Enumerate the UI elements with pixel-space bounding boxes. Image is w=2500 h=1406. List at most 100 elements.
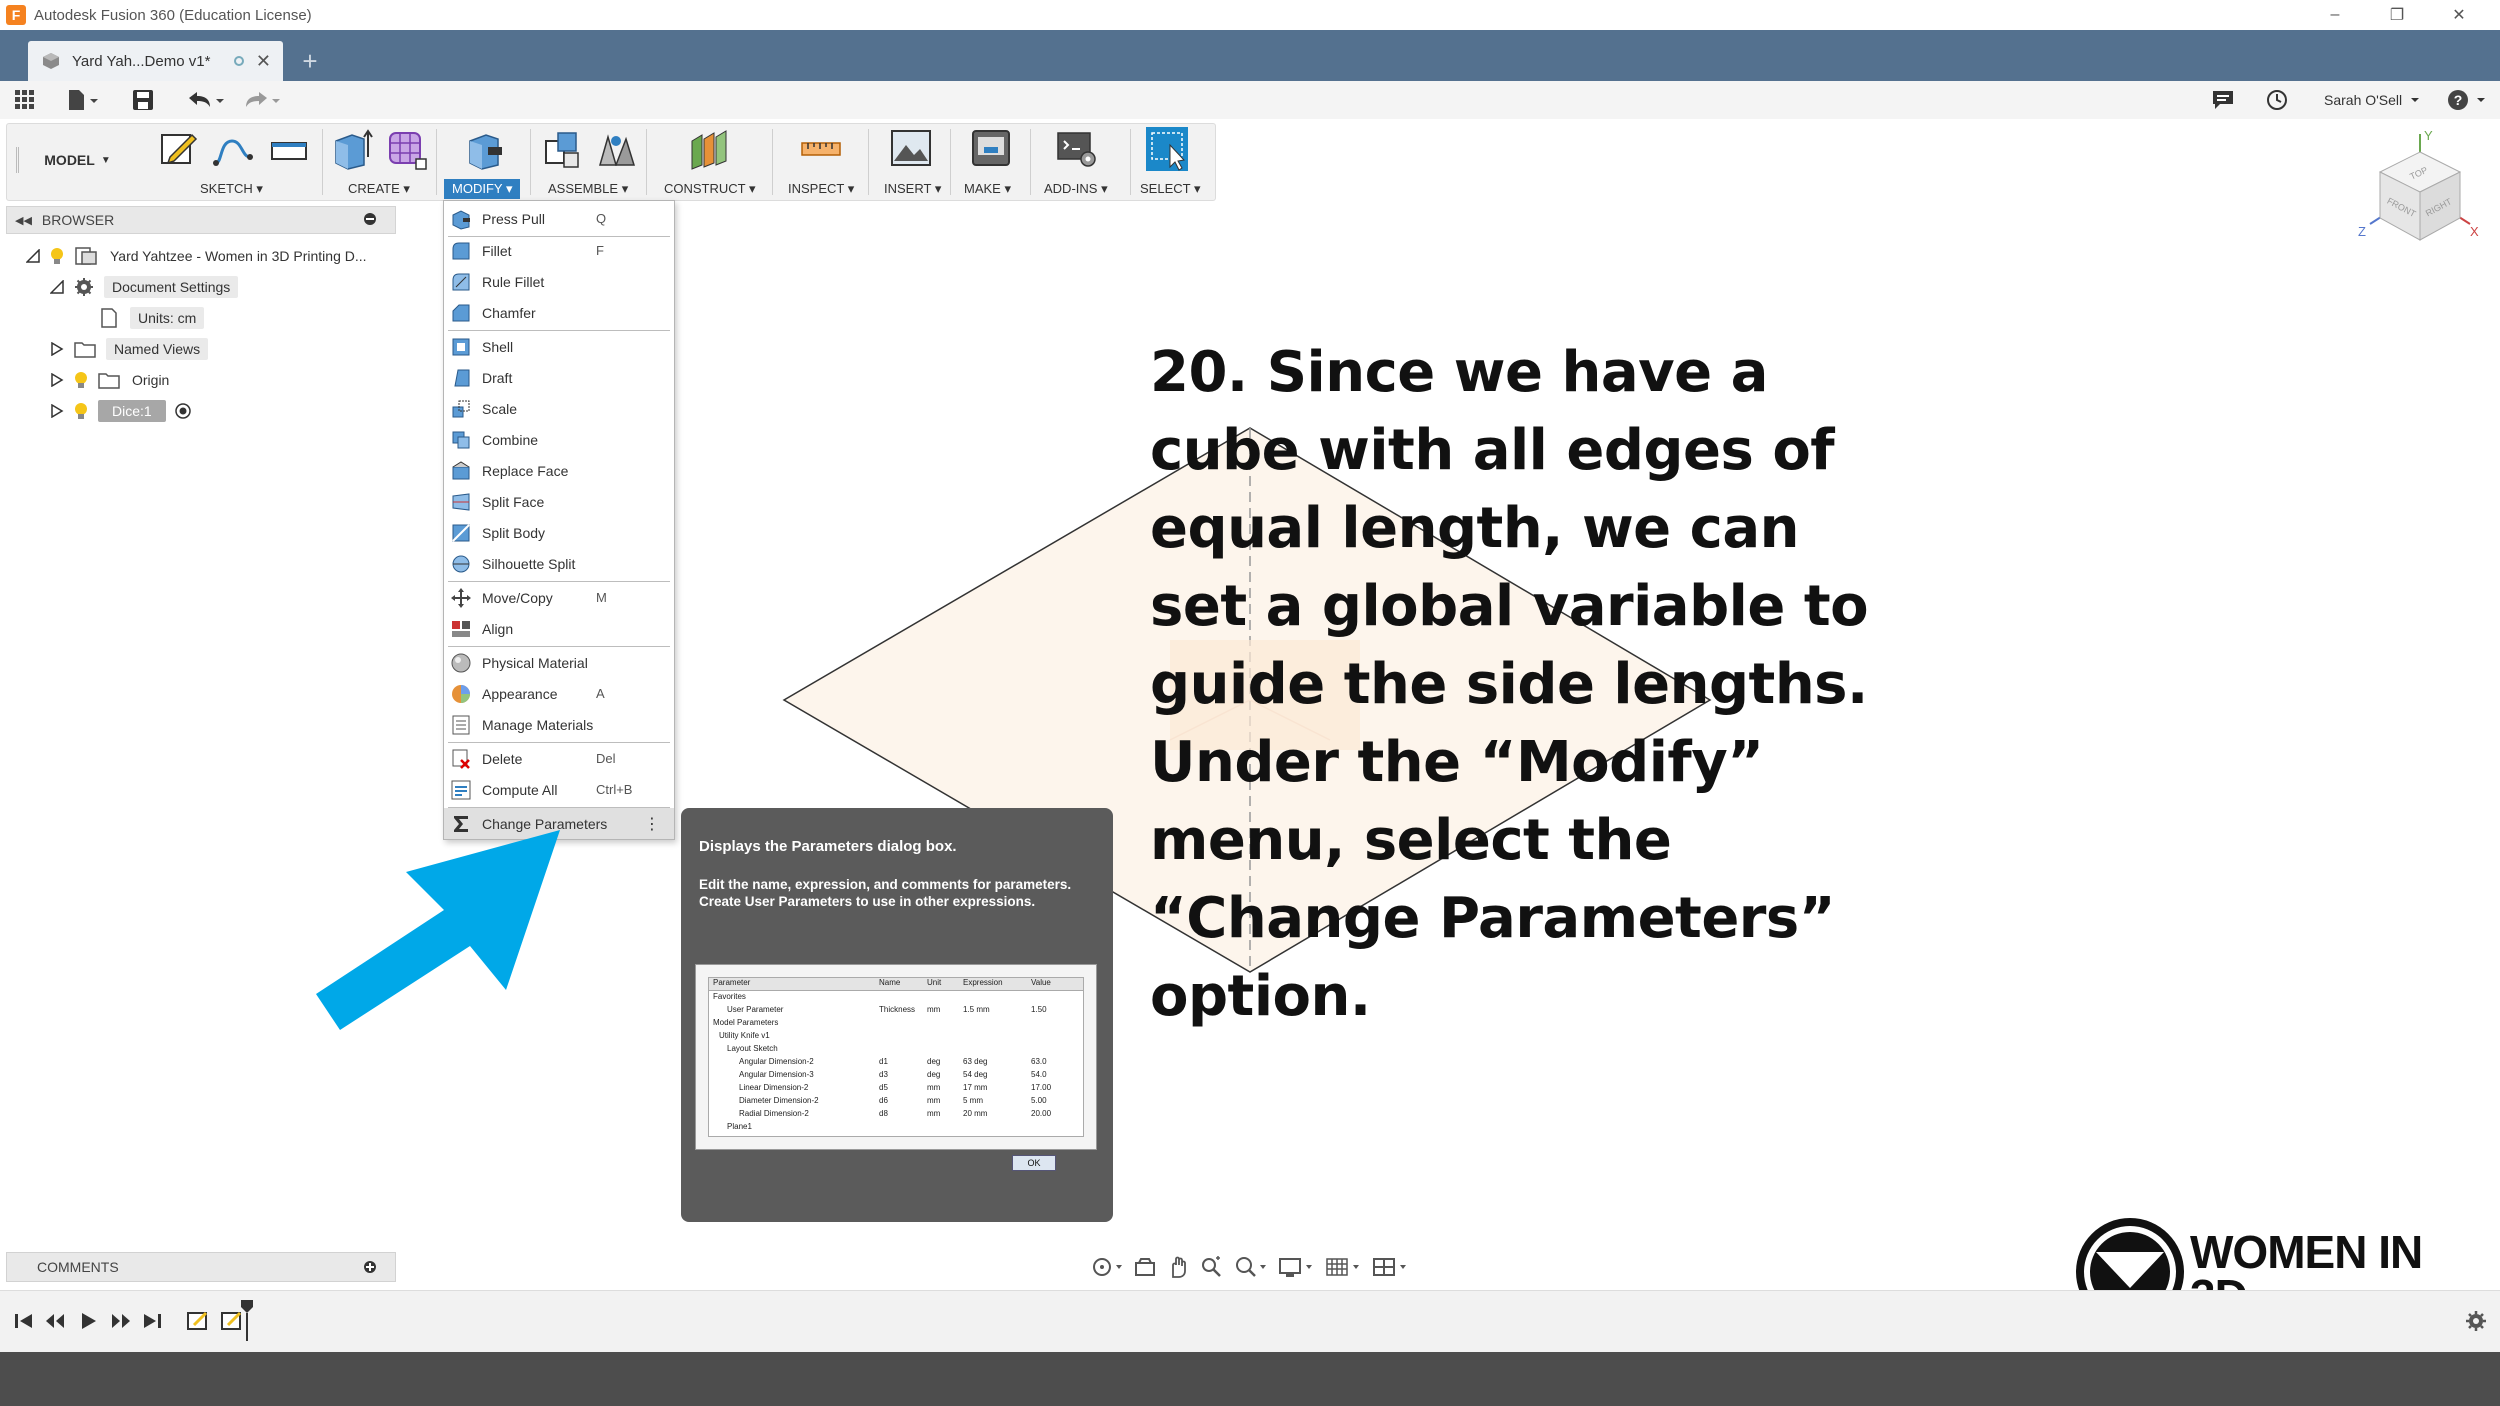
more-options-icon[interactable]: ⋮ [644,814,674,834]
play-icon[interactable] [76,1309,100,1333]
redo-icon[interactable] [242,87,282,113]
menu-item-draft[interactable]: Draft [444,362,674,393]
modify-press-pull-icon[interactable] [464,127,506,171]
file-menu-icon[interactable] [66,87,100,113]
insert-image-icon[interactable] [890,127,932,171]
menu-item-scale[interactable]: Scale [444,393,674,424]
browser-pin-icon[interactable] [363,212,377,229]
job-status-clock-icon[interactable] [2266,87,2288,113]
table-cell-name: d6 [879,1096,888,1105]
close-window-button[interactable]: ✕ [2428,0,2490,30]
menu-item-rule-fillet[interactable]: Rule Fillet [444,266,674,297]
undo-icon[interactable] [186,87,226,113]
menu-item-delete[interactable]: Delete Del [444,743,674,774]
menu-item-combine[interactable]: Combine [444,424,674,455]
grid-settings-icon[interactable] [1325,1255,1363,1279]
data-panel-grid-icon[interactable] [14,87,36,113]
menu-item-compute-all[interactable]: Compute All Ctrl+B [444,774,674,805]
ribbon-group-construct[interactable]: CONSTRUCT ▾ [664,181,756,197]
save-icon[interactable] [132,87,154,113]
minimize-button[interactable]: – [2304,0,2366,30]
visibility-bulb-icon[interactable] [74,371,88,389]
menu-item-fillet[interactable]: Fillet F [444,235,674,266]
timeline-settings-gear-icon[interactable] [2464,1309,2488,1333]
menu-item-replace-face[interactable]: Replace Face [444,455,674,486]
ribbon-group-modify[interactable]: MODIFY ▾ [444,179,521,199]
viewcube[interactable]: Y X Z TOP FRONT RIGHT [2350,126,2490,266]
close-tab-icon[interactable]: ✕ [256,51,271,72]
menu-item-split-face[interactable]: Split Face [444,486,674,517]
menu-item-press-pull[interactable]: Press Pull Q [444,203,674,234]
menu-item-align[interactable]: Align [444,613,674,644]
menu-item-move-copy[interactable]: Move/Copy M [444,582,674,613]
create-form-icon[interactable] [386,127,428,171]
menu-item-appearance[interactable]: Appearance A [444,678,674,709]
timeline-sketch-feature-icon[interactable] [186,1309,210,1333]
create-sketch-icon[interactable] [158,127,200,171]
tree-item-named-views[interactable]: Named Views [50,335,209,363]
ribbon-group-assemble[interactable]: ASSEMBLE ▾ [548,181,628,197]
ribbon-group-make[interactable]: MAKE ▾ [964,181,1011,197]
tree-item-dice[interactable]: Dice:1 [50,397,192,425]
ribbon-group-add-ins[interactable]: ADD-INS ▾ [1044,181,1108,197]
assemble-joint-icon[interactable] [596,127,638,171]
collapse-panel-icon[interactable]: ◀◀ [15,214,32,227]
display-settings-icon[interactable] [1278,1255,1316,1279]
workspace-switcher[interactable]: MODEL ▼ [16,147,136,173]
ribbon-group-sketch[interactable]: SKETCH ▾ [200,181,263,197]
look-at-icon[interactable] [1133,1255,1157,1279]
collapsed-triangle-icon[interactable] [50,404,64,418]
visibility-bulb-icon[interactable] [50,247,64,265]
expanded-triangle-icon[interactable] [50,280,64,294]
restore-button[interactable]: ❐ [2366,0,2428,30]
ribbon-group-inspect[interactable]: INSPECT ▾ [788,181,854,197]
sketch-rectangle-icon[interactable] [268,127,310,171]
menu-item-split-body[interactable]: Split Body [444,517,674,548]
add-ins-scripts-icon[interactable] [1056,127,1098,171]
go-to-start-icon[interactable] [12,1309,36,1333]
visibility-bulb-icon[interactable] [74,402,88,420]
zoom-icon[interactable] [1199,1255,1223,1279]
orbit-icon[interactable] [1090,1255,1124,1279]
inspect-measure-icon[interactable] [800,127,842,171]
make-3d-print-icon[interactable] [970,127,1012,171]
assemble-new-component-icon[interactable] [540,127,582,171]
ribbon-group-select[interactable]: SELECT ▾ [1140,181,1200,197]
table-cell-name: Thickness [879,1005,916,1014]
table-row: Utility Knife v1 [709,1031,1083,1044]
add-comment-icon[interactable] [363,1260,377,1274]
expanded-triangle-icon[interactable] [26,249,40,263]
new-tab-button[interactable]: + [292,44,328,78]
user-account-menu[interactable]: Sarah O'Sell [2324,87,2422,113]
create-box-icon[interactable] [332,127,374,171]
activate-component-radio-icon[interactable] [174,402,192,420]
viewports-icon[interactable] [1372,1255,1410,1279]
tree-item-root-document[interactable]: Yard Yahtzee - Women in 3D Printing D... [26,242,367,270]
ribbon-group-insert[interactable]: INSERT ▾ [884,181,941,197]
menu-item-chamfer[interactable]: Chamfer [444,297,674,328]
step-back-icon[interactable] [44,1309,68,1333]
menu-item-physical-material[interactable]: Physical Material [444,647,674,678]
collapsed-triangle-icon[interactable] [50,342,64,356]
construct-offset-plane-icon[interactable] [688,127,730,171]
tree-item-origin[interactable]: Origin [50,366,169,394]
help-menu[interactable]: ? [2446,87,2488,113]
step-forward-icon[interactable] [108,1309,132,1333]
menu-item-silhouette-split[interactable]: Silhouette Split [444,548,674,579]
zoom-window-icon[interactable] [1233,1255,1269,1279]
browser-panel-header[interactable]: ◀◀ BROWSER [6,206,396,234]
timeline-marker-handle[interactable] [240,1299,254,1343]
ribbon-group-create[interactable]: CREATE ▾ [348,181,410,197]
comments-panel[interactable]: COMMENTS [6,1252,396,1282]
pan-hand-icon[interactable] [1166,1255,1190,1279]
menu-item-manage-materials[interactable]: Manage Materials [444,709,674,740]
sketch-line-icon[interactable] [212,127,254,171]
go-to-end-icon[interactable] [140,1309,164,1333]
menu-item-shell[interactable]: Shell [444,331,674,362]
tree-item-document-settings[interactable]: Document Settings [50,273,239,301]
tree-item-units[interactable]: Units: cm [100,304,205,332]
notifications-icon[interactable] [2212,87,2234,113]
select-icon[interactable] [1146,127,1188,171]
collapsed-triangle-icon[interactable] [50,373,64,387]
document-tab[interactable]: Yard Yah...Demo v1* ✕ [28,41,283,81]
